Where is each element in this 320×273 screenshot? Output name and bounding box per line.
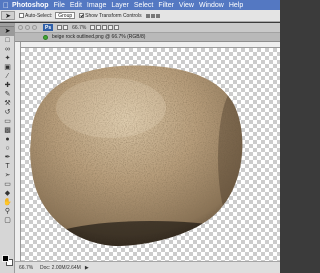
status-menu-arrow-icon[interactable]: ▶ (85, 265, 89, 271)
application-bar: Ps 66.7% (15, 23, 280, 33)
align-buttons (145, 13, 160, 18)
pen-tool-icon[interactable]: ✒ (0, 153, 15, 162)
blur-tool-icon[interactable]: ● (0, 135, 15, 144)
tool-preset-picker[interactable]: ➤ (1, 11, 15, 20)
hand-icon[interactable] (90, 25, 96, 30)
arrange-buttons (90, 25, 120, 30)
options-bar: ➤ Auto-Select: Group Show Transform Cont… (0, 10, 280, 22)
foreground-color-swatch[interactable] (2, 255, 9, 262)
minimize-window-button[interactable] (25, 25, 30, 30)
magic-wand-tool-icon[interactable]: ✦ (0, 54, 15, 63)
menu-window[interactable]: Window (199, 2, 224, 9)
hand-tool-icon[interactable]: ✋ (0, 198, 15, 207)
auto-select-label: Auto-Select: (25, 12, 53, 19)
document-close-icon[interactable] (43, 34, 48, 40)
path-selection-tool-icon[interactable]: ➣ (0, 171, 15, 180)
show-transform-checkbox[interactable] (79, 13, 85, 18)
3d-tool-icon[interactable]: ◆ (0, 189, 15, 198)
color-swatches (1, 254, 15, 268)
gradient-tool-icon[interactable]: ▩ (0, 126, 15, 135)
quick-mask-icon[interactable]: ▢ (0, 216, 15, 225)
history-brush-tool-icon[interactable]: ↺ (0, 108, 15, 117)
auto-select-dropdown[interactable]: Group (55, 12, 76, 19)
window-controls (18, 25, 37, 30)
menu-image[interactable]: Image (87, 2, 106, 9)
menu-bar:  Photoshop File Edit Image Layer Select… (0, 0, 280, 10)
screen-mode-icon[interactable] (114, 25, 120, 30)
status-doc-size: Doc: 2.00M/2.64M (40, 264, 81, 271)
arrange-documents-icon[interactable] (108, 25, 114, 30)
eraser-tool-icon[interactable]: ▭ (0, 117, 15, 126)
lasso-tool-icon[interactable]: ∞ (0, 45, 15, 54)
crop-tool-icon[interactable]: ▣ (0, 63, 15, 72)
move-tool-icon[interactable]: ➤ (0, 27, 15, 36)
menu-help[interactable]: Help (229, 2, 243, 9)
brush-tool-icon[interactable]: ✎ (0, 90, 15, 99)
tools-panel: ➤ □ ∞ ✦ ▣ ⁄ ✚ ✎ ⚒ ↺ ▭ ▩ ● ○ ✒ T ➣ ▭ ◆ ✋ … (0, 23, 15, 273)
auto-select-value: Group (58, 12, 73, 19)
menu-layer[interactable]: Layer (111, 2, 129, 9)
ps-logo: Ps (43, 24, 54, 31)
zoom-level[interactable]: 66.7% (72, 25, 86, 31)
close-window-button[interactable] (18, 25, 23, 30)
align-middle-icon[interactable] (150, 13, 155, 18)
dodge-tool-icon[interactable]: ○ (0, 144, 15, 153)
menu-filter[interactable]: Filter (158, 2, 174, 9)
clone-stamp-tool-icon[interactable]: ⚒ (0, 99, 15, 108)
document-title: beige rock outlined.png @ 66.7% (RGB/8) (52, 34, 146, 40)
align-top-icon[interactable] (145, 13, 150, 18)
zoom-icon[interactable] (96, 25, 102, 30)
eyedropper-tool-icon[interactable]: ⁄ (0, 72, 15, 81)
show-transform-label: Show Transform Controls (85, 12, 142, 19)
bridge-buttons (57, 25, 69, 30)
type-tool-icon[interactable]: T (0, 162, 15, 171)
auto-select-checkbox[interactable] (19, 13, 24, 18)
menu-file[interactable]: File (54, 2, 65, 9)
zoom-tool-icon[interactable]: ⚲ (0, 207, 15, 216)
rock-image (30, 65, 243, 246)
menu-select[interactable]: Select (134, 2, 153, 9)
document-canvas[interactable] (21, 48, 280, 261)
menu-view[interactable]: View (179, 2, 194, 9)
launch-bridge-icon[interactable] (57, 25, 63, 30)
marquee-tool-icon[interactable]: □ (0, 36, 15, 45)
rotate-view-icon[interactable] (102, 25, 108, 30)
align-bottom-icon[interactable] (155, 13, 160, 18)
move-tool-icon: ➤ (5, 12, 11, 20)
view-extras-icon[interactable] (63, 25, 69, 30)
zoom-control: 66.7% (72, 25, 86, 31)
document-tab[interactable]: beige rock outlined.png @ 66.7% (RGB/8) (15, 33, 280, 42)
apple-icon[interactable]:  (0, 1, 12, 10)
zoom-window-button[interactable] (32, 25, 37, 30)
status-zoom-field[interactable]: 66.7% (19, 265, 37, 271)
status-bar: 66.7% Doc: 2.00M/2.64M ▶ (15, 261, 280, 273)
healing-brush-tool-icon[interactable]: ✚ (0, 81, 15, 90)
shape-tool-icon[interactable]: ▭ (0, 180, 15, 189)
menu-edit[interactable]: Edit (70, 2, 82, 9)
menu-app-name[interactable]: Photoshop (12, 2, 49, 9)
